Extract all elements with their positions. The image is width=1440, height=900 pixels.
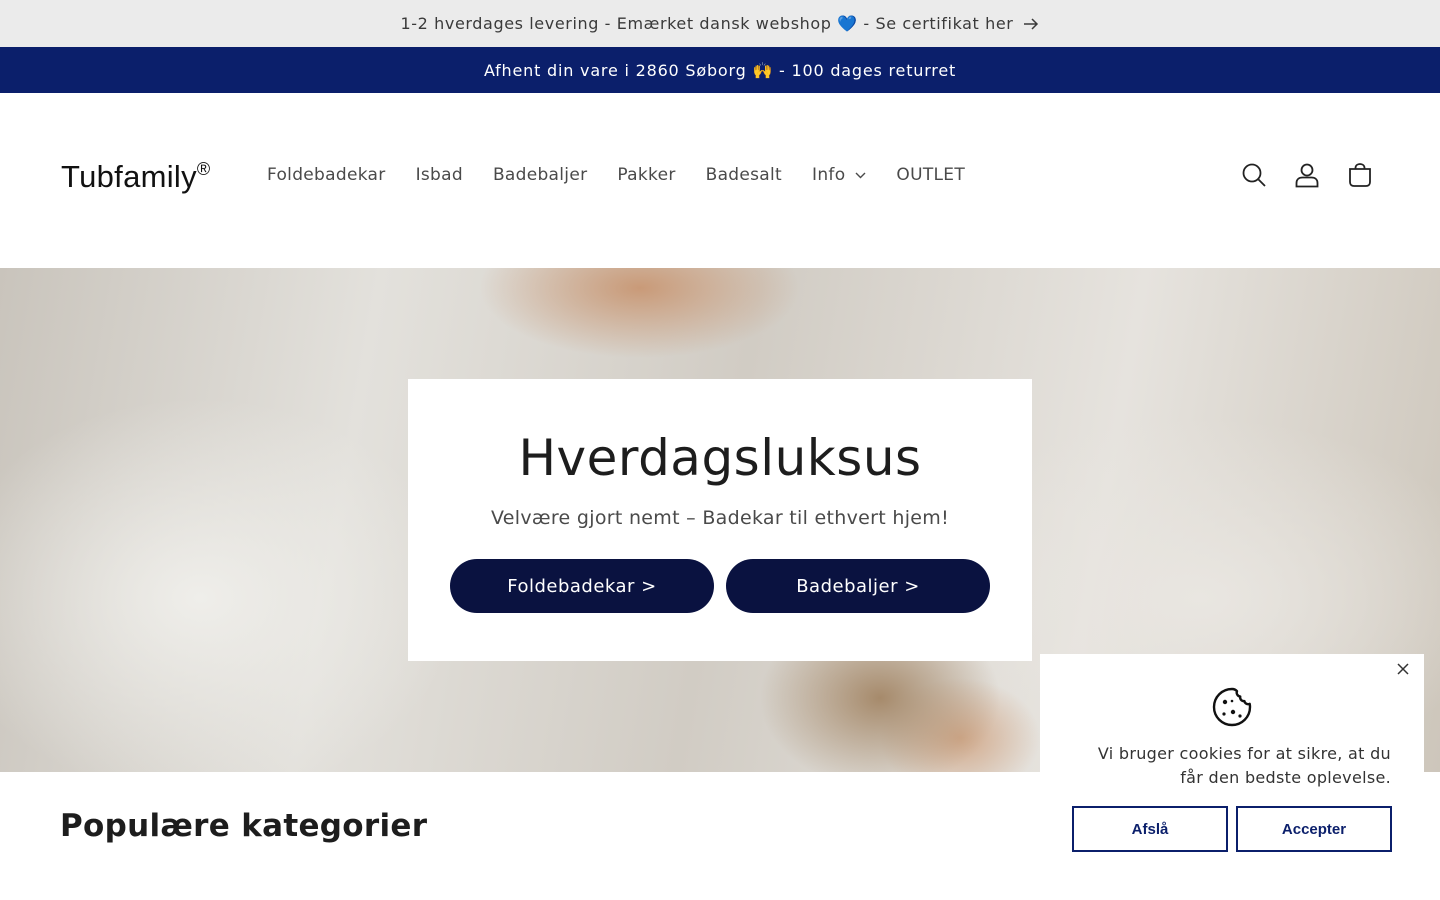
hero-subtitle: Velvære gjort nemt – Badekar til ethvert…	[490, 507, 950, 529]
announcement-bar[interactable]: 1-2 hverdages levering - Emærket dansk w…	[0, 0, 1440, 47]
chevron-down-icon	[855, 172, 866, 179]
site-header: Tubfamily® Foldebadekar Isbad Badebaljer…	[0, 93, 1440, 268]
main-nav: Foldebadekar Isbad Badebaljer Pakker Bad…	[252, 165, 980, 185]
secondary-announcement-text: Afhent din vare i 2860 Søborg 🙌 - 100 da…	[483, 60, 957, 80]
secondary-announcement-bar: Afhent din vare i 2860 Søborg 🙌 - 100 da…	[0, 47, 1440, 93]
logo-registered-mark: ®	[196, 159, 211, 179]
account-icon[interactable]	[1293, 161, 1321, 189]
close-icon[interactable]	[1394, 660, 1412, 678]
nav-item-outlet[interactable]: OUTLET	[881, 165, 980, 185]
nav-item-info-label: Info	[812, 165, 846, 185]
hero-buttons: Foldebadekar > Badebaljer >	[450, 559, 990, 613]
badebaljer-button[interactable]: Badebaljer >	[726, 559, 990, 613]
hero-title: Hverdagsluksus	[518, 429, 922, 487]
foldebadekar-button[interactable]: Foldebadekar >	[450, 559, 714, 613]
hero-card: Hverdagsluksus Velvære gjort nemt – Bade…	[408, 379, 1032, 661]
cart-icon[interactable]	[1346, 161, 1374, 189]
accept-cookies-button[interactable]: Accepter	[1236, 806, 1392, 852]
nav-item-foldebadekar[interactable]: Foldebadekar	[252, 165, 401, 185]
cookie-banner: Vi bruger cookies for at sikre, at du få…	[1040, 654, 1424, 874]
nav-item-badebaljer[interactable]: Badebaljer	[478, 165, 602, 185]
popular-categories-title: Populære kategorier	[60, 808, 428, 844]
site-logo[interactable]: Tubfamily®	[61, 159, 211, 195]
nav-item-badesalt[interactable]: Badesalt	[691, 165, 797, 185]
search-icon[interactable]	[1240, 161, 1268, 189]
nav-item-pakker[interactable]: Pakker	[602, 165, 690, 185]
header-icons	[1240, 161, 1374, 189]
cookie-message: Vi bruger cookies for at sikre, at du få…	[1097, 744, 1391, 787]
decline-cookies-button[interactable]: Afslå	[1072, 806, 1228, 852]
nav-item-isbad[interactable]: Isbad	[401, 165, 478, 185]
logo-text[interactable]: Tubfamily	[61, 159, 197, 194]
arrow-right-icon	[1023, 17, 1039, 30]
announcement-text[interactable]: 1-2 hverdages levering - Emærket dansk w…	[401, 14, 1014, 33]
cookie-icon	[1211, 686, 1253, 728]
nav-item-info[interactable]: Info	[797, 165, 881, 185]
